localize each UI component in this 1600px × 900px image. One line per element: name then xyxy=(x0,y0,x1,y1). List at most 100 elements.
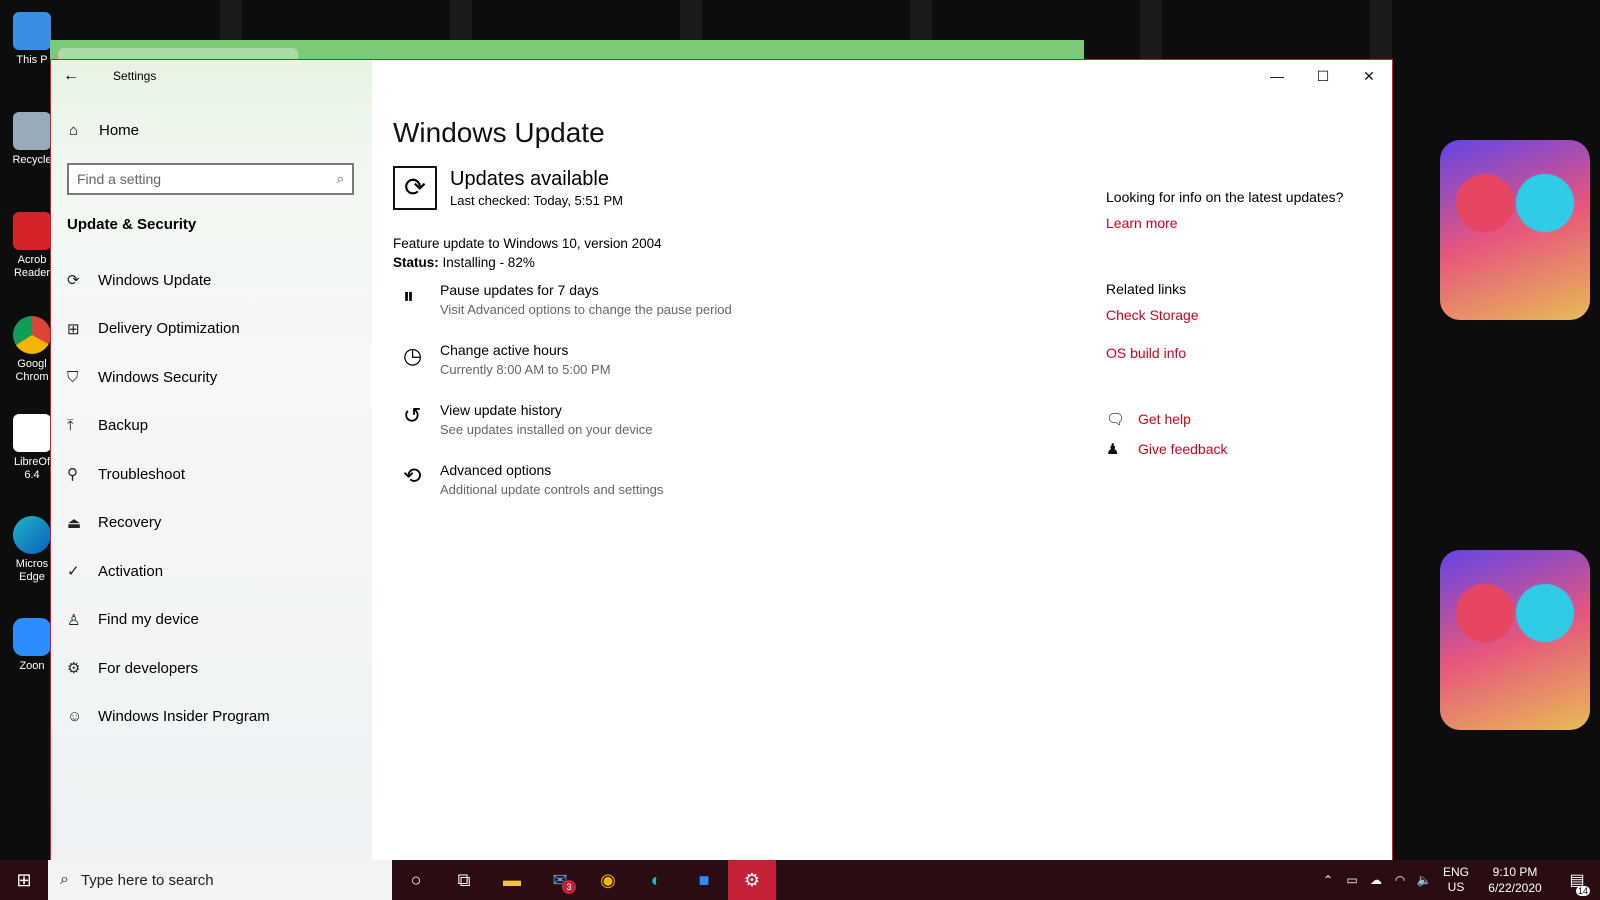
sidebar-item-label: For developers xyxy=(98,659,199,677)
section-title: Update & Security xyxy=(67,216,197,233)
chevron-up-icon[interactable]: ⌃ xyxy=(1316,873,1340,887)
insider-icon: ☺ xyxy=(67,708,83,726)
pause-icon: ⏸ xyxy=(403,283,415,308)
option-title: Advanced options xyxy=(440,462,552,478)
taskbar: ⊞ ⌕ Type here to search ○ ⧉ ▬ ✉ 3 ◉ ◐ ■ … xyxy=(0,860,1600,900)
onedrive-icon[interactable]: ☁ xyxy=(1364,873,1388,887)
taskbar-file-explorer[interactable]: ▬ xyxy=(488,860,536,900)
sidebar-item-delivery-optimization[interactable]: ⊞ Delivery Optimization xyxy=(51,305,372,354)
recycle-bin-icon xyxy=(13,112,51,150)
edge-icon: ◐ xyxy=(650,869,662,890)
back-button[interactable]: ← xyxy=(63,66,83,86)
sync-icon: ⟳ xyxy=(67,272,80,290)
sidebar-item-recovery[interactable]: ⏏ Recovery xyxy=(51,499,372,548)
option-title: Pause updates for 7 days xyxy=(440,282,599,298)
sidebar-home[interactable]: ⌂ Home xyxy=(69,122,139,139)
get-help-row[interactable]: 🗨 Get help xyxy=(1106,410,1191,428)
gear-icon: ⚙ xyxy=(743,869,761,890)
volume-icon[interactable]: 🔈 xyxy=(1412,873,1436,887)
taskbar-search[interactable]: ⌕ Type here to search xyxy=(48,860,392,900)
taskbar-chrome[interactable]: ◉ xyxy=(584,860,632,900)
feedback-icon: ♟ xyxy=(1106,441,1120,458)
mail-badge: 3 xyxy=(562,880,576,894)
sidebar-item-label: Windows Security xyxy=(98,368,218,386)
option-title: View update history xyxy=(440,402,562,418)
battery-icon[interactable]: ▭ xyxy=(1340,873,1364,887)
status-label: Status: xyxy=(393,255,439,270)
windows-logo-icon: ⊞ xyxy=(16,870,32,890)
status-value: Installing - 82% xyxy=(442,255,535,270)
active-hours-icon: ◷ xyxy=(403,343,423,368)
app-title: Settings xyxy=(113,69,157,83)
sidebar-item-windows-update[interactable]: ⟳ Windows Update xyxy=(51,256,372,305)
task-view-button[interactable]: ⧉ xyxy=(440,860,488,900)
sidebar-item-label: Activation xyxy=(98,562,164,580)
marshmello-art xyxy=(1440,140,1590,320)
system-tray: ⌃ ▭ ☁ ◠ 🔈 ENG US 9:10 PM 6/22/2020 ▤ 14 xyxy=(1316,860,1600,900)
task-view-icon: ⧉ xyxy=(457,869,471,890)
page-title: Windows Update xyxy=(393,117,605,148)
find-setting-input[interactable]: Find a setting ⌕ xyxy=(67,163,354,195)
history-icon: ↺ xyxy=(403,403,422,428)
option-pause-updates[interactable]: ⏸ Pause updates for 7 days Visit Advance… xyxy=(403,282,732,342)
main-content: Windows Update ⟳ Updates available Last … xyxy=(393,60,1392,860)
marshmello-art xyxy=(1440,550,1590,730)
learn-more-link[interactable]: Learn more xyxy=(1106,215,1178,231)
sidebar-item-windows-insider[interactable]: ☺ Windows Insider Program xyxy=(51,693,372,742)
delivery-icon: ⊞ xyxy=(67,320,80,338)
sidebar-item-label: Windows Insider Program xyxy=(98,708,270,726)
sidebar-item-label: Delivery Optimization xyxy=(98,320,240,338)
sidebar-nav: ⟳ Windows Update ⊞ Delivery Optimization… xyxy=(51,256,372,741)
sidebar-item-find-my-device[interactable]: ♙ Find my device xyxy=(51,596,372,645)
sidebar-item-label: Find my device xyxy=(98,611,199,629)
taskbar-edge[interactable]: ◐ xyxy=(632,860,680,900)
option-title: Change active hours xyxy=(440,342,569,358)
give-feedback-link[interactable]: Give feedback xyxy=(1138,441,1228,457)
os-build-info-link[interactable]: OS build info xyxy=(1106,345,1186,361)
sidebar-item-activation[interactable]: ✓ Activation xyxy=(51,547,372,596)
taskbar-zoom[interactable]: ■ xyxy=(680,860,728,900)
option-update-history[interactable]: ↺ View update history See updates instal… xyxy=(403,402,732,462)
person-pin-icon: ♙ xyxy=(67,611,81,629)
sidebar-item-label: Recovery xyxy=(98,514,162,532)
feature-update-name: Feature update to Windows 10, version 20… xyxy=(393,236,662,251)
sidebar-item-for-developers[interactable]: ⚙ For developers xyxy=(51,644,372,693)
latest-updates-question: Looking for info on the latest updates? xyxy=(1106,189,1344,205)
clock[interactable]: 9:10 PM 6/22/2020 xyxy=(1476,864,1554,896)
option-active-hours[interactable]: ◷ Change active hours Currently 8:00 AM … xyxy=(403,342,732,402)
option-desc: Currently 8:00 AM to 5:00 PM xyxy=(440,362,611,377)
taskbar-mail[interactable]: ✉ 3 xyxy=(536,860,584,900)
start-button[interactable]: ⊞ xyxy=(0,860,48,900)
taskbar-settings[interactable]: ⚙ xyxy=(728,860,776,900)
cortana-button[interactable]: ○ xyxy=(392,860,440,900)
get-help-link[interactable]: Get help xyxy=(1138,411,1191,427)
action-center-button[interactable]: ▤ 14 xyxy=(1554,870,1600,896)
sidebar-item-label: Windows Update xyxy=(98,271,212,289)
settings-window: ← Settings — ☐ ✕ ⌂ Home Find a setting ⌕… xyxy=(50,59,1393,861)
home-icon: ⌂ xyxy=(69,122,79,139)
home-label: Home xyxy=(99,122,140,139)
wrench-icon: ⚲ xyxy=(67,466,78,484)
language-indicator[interactable]: ENG US xyxy=(1436,865,1476,895)
acrobat-icon xyxy=(13,212,51,250)
help-chat-icon: 🗨 xyxy=(1106,411,1126,428)
chrome-icon: ◉ xyxy=(600,869,616,890)
check-storage-link[interactable]: Check Storage xyxy=(1106,307,1199,323)
wifi-icon[interactable]: ◠ xyxy=(1388,873,1412,887)
update-sync-icon: ⟳ xyxy=(393,166,437,210)
sidebar-item-label: Backup xyxy=(98,417,149,435)
computer-icon xyxy=(13,12,51,50)
sidebar-item-troubleshoot[interactable]: ⚲ Troubleshoot xyxy=(51,450,372,499)
related-links-heading: Related links xyxy=(1106,281,1187,297)
update-status: ⟳ Updates available Last checked: Today,… xyxy=(393,166,623,210)
recovery-icon: ⏏ xyxy=(67,514,82,532)
option-advanced[interactable]: ⟲ Advanced options Additional update con… xyxy=(403,462,732,522)
clock-date: 6/22/2020 xyxy=(1488,881,1542,895)
status-heading: Updates available xyxy=(450,168,609,190)
search-placeholder: Find a setting xyxy=(77,171,162,187)
edge-icon xyxy=(13,516,51,554)
sidebar-item-windows-security[interactable]: ⛉ Windows Security xyxy=(51,353,372,402)
give-feedback-row[interactable]: ♟ Give feedback xyxy=(1106,440,1228,458)
sidebar-item-label: Troubleshoot xyxy=(98,465,185,483)
sidebar-item-backup[interactable]: ⤒ Backup xyxy=(51,402,372,451)
